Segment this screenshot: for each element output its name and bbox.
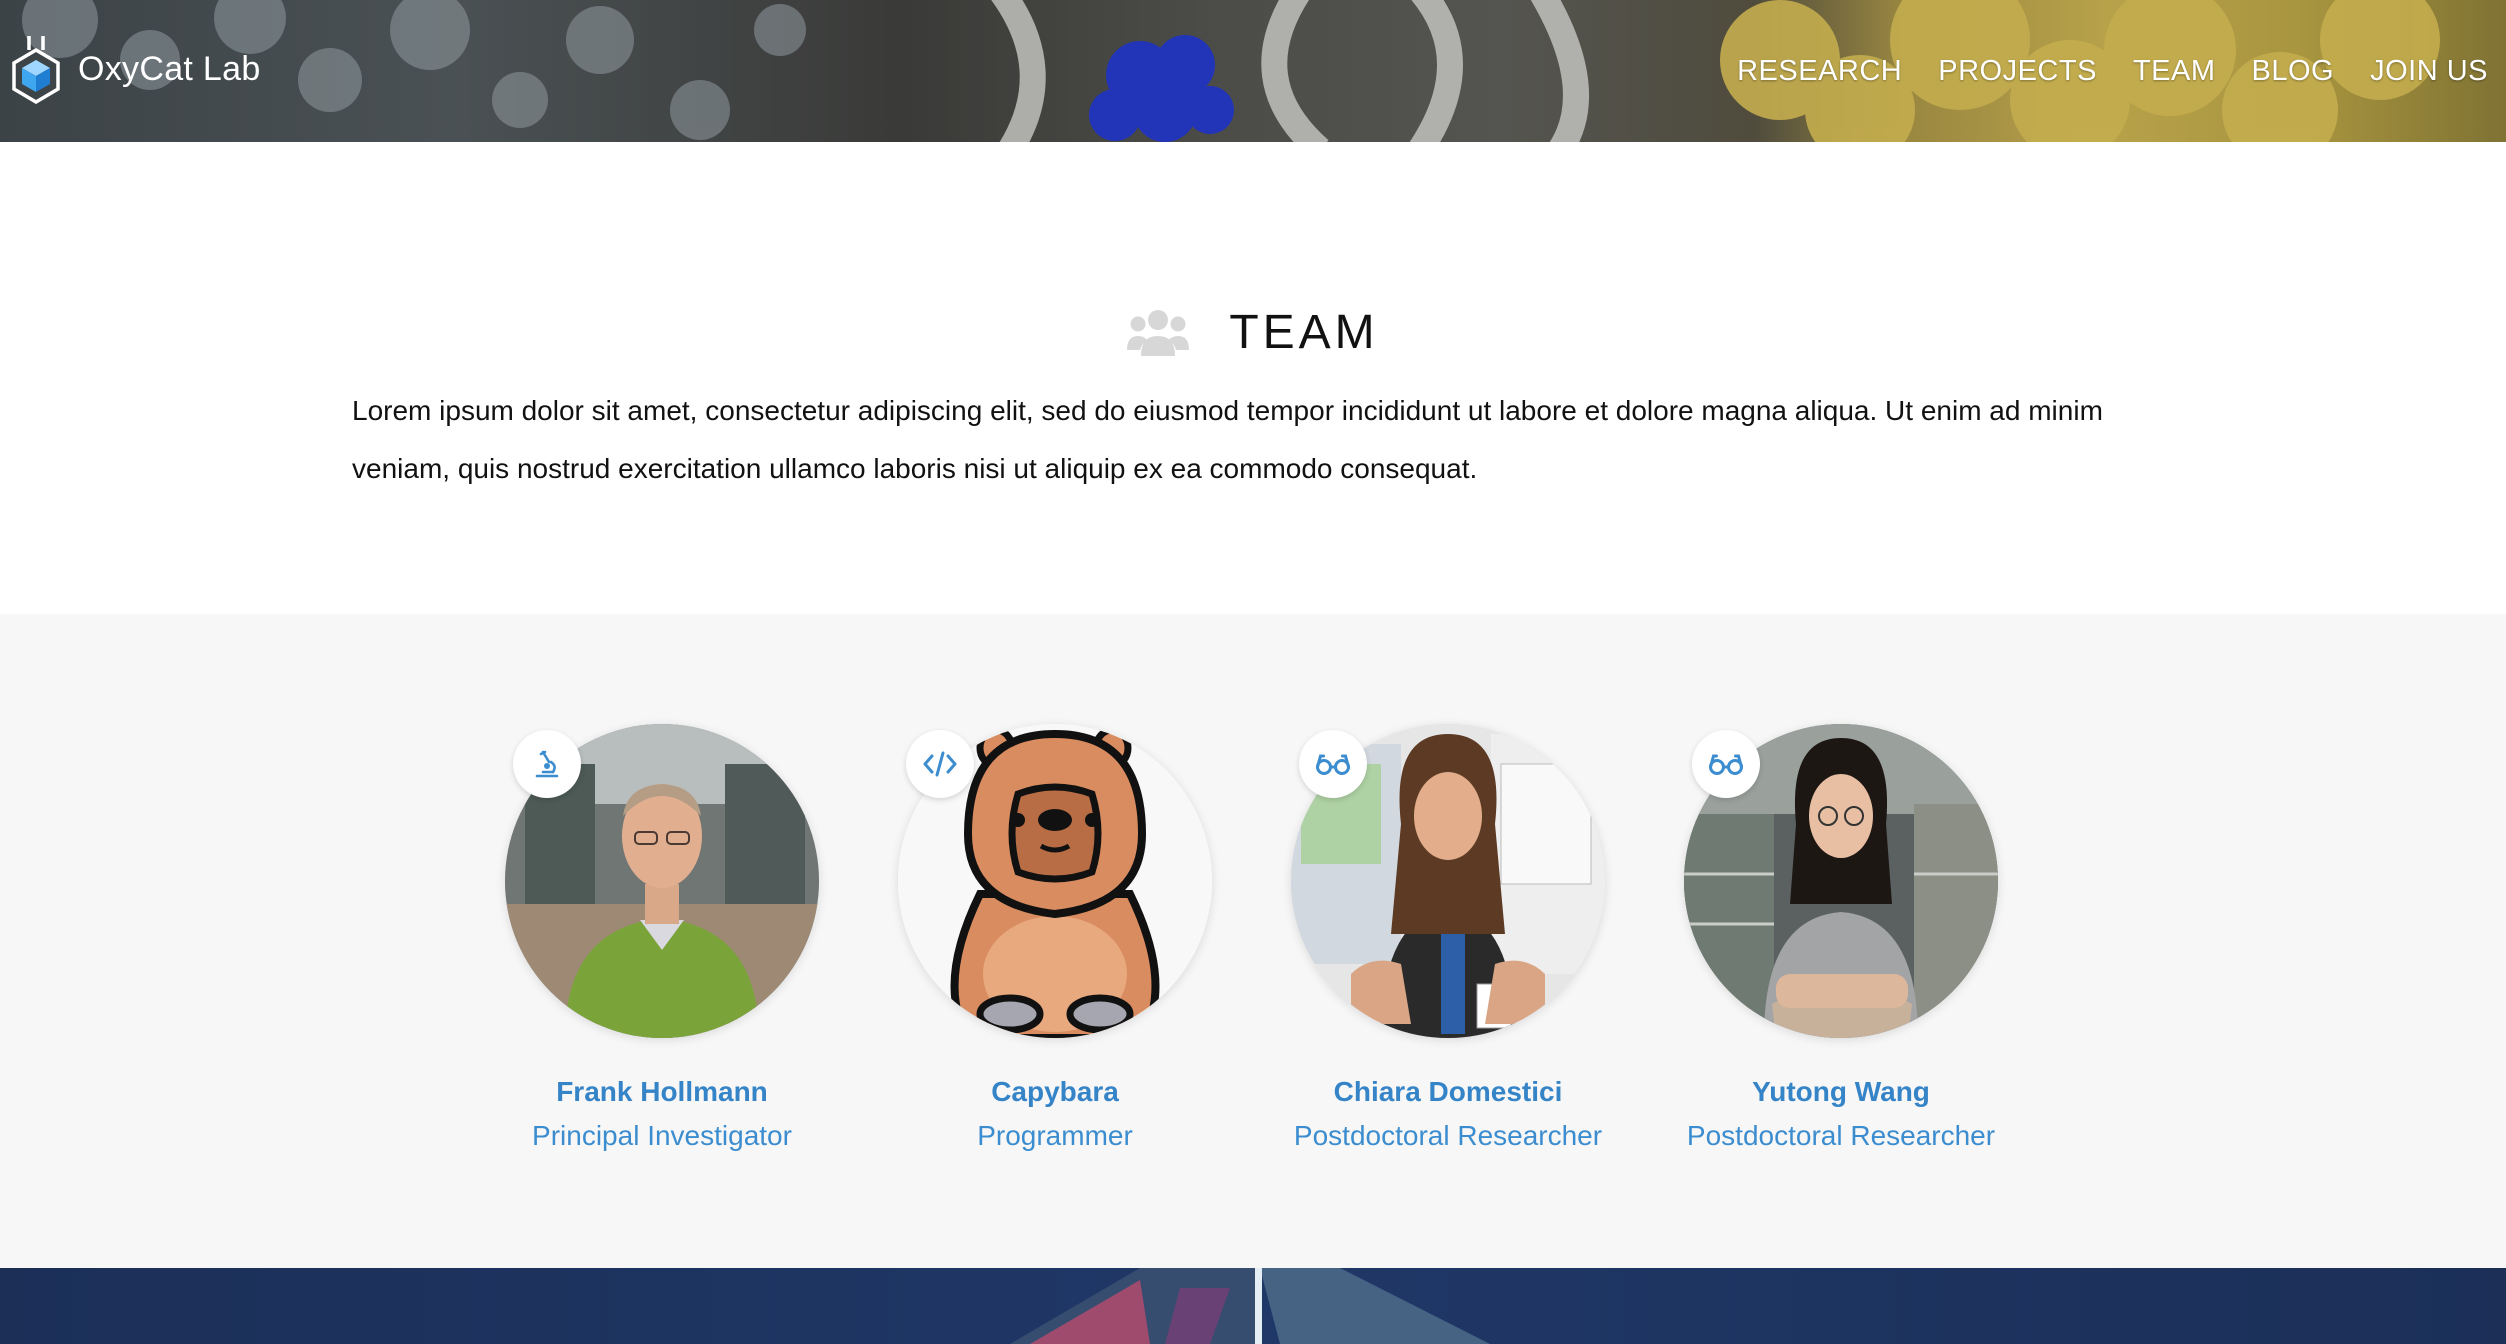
role-badge <box>1299 730 1367 798</box>
brand-name[interactable]: OxyCat Lab <box>78 50 261 89</box>
code-icon <box>923 751 957 777</box>
member-name[interactable]: Yutong Wang <box>1644 1076 2038 1108</box>
nav-projects[interactable]: PROJECTS <box>1938 55 2097 88</box>
brand-logo[interactable]: OxyCat Lab <box>10 34 261 104</box>
team-intro-section: TEAM Lorem ipsum dolor sit amet, consect… <box>0 142 2506 614</box>
nav-join-us[interactable]: JOIN US <box>2370 55 2488 88</box>
member-name[interactable]: Chiara Domestici <box>1251 1076 1645 1108</box>
nav-team[interactable]: TEAM <box>2133 55 2216 88</box>
nav-research[interactable]: RESEARCH <box>1737 55 1902 88</box>
flask-cube-logo-icon <box>12 36 60 104</box>
main-navigation: RESEARCH PROJECTS TEAM BLOG JOIN US <box>1701 0 2488 142</box>
team-members-section: Frank Hollmann Principal Investigator Ca… <box>0 614 2506 1268</box>
glasses-icon <box>1709 754 1743 775</box>
member-role: Postdoctoral Researcher <box>1686 1120 1996 1151</box>
glasses-icon <box>1316 754 1350 775</box>
site-header: OxyCat Lab RESEARCH PROJECTS TEAM BLOG J… <box>0 0 2506 142</box>
nav-blog[interactable]: BLOG <box>2252 55 2335 88</box>
member-role: Postdoctoral Researcher <box>1293 1120 1603 1151</box>
member-name[interactable]: Frank Hollmann <box>465 1076 859 1108</box>
role-badge <box>1692 730 1760 798</box>
member-name[interactable]: Capybara <box>858 1076 1252 1108</box>
member-role: Programmer <box>977 1120 1133 1151</box>
section-heading: TEAM <box>0 292 2506 372</box>
microscope-icon <box>535 750 559 778</box>
role-badge <box>906 730 974 798</box>
member-role: Principal Investigator <box>532 1120 792 1151</box>
prism-background-image <box>1010 1268 1490 1344</box>
page-title: TEAM <box>1229 305 1379 359</box>
next-section-banner <box>0 1268 2506 1344</box>
users-icon <box>1127 310 1190 356</box>
role-badge <box>513 730 581 798</box>
intro-paragraph: Lorem ipsum dolor sit amet, consectetur … <box>352 395 2103 484</box>
